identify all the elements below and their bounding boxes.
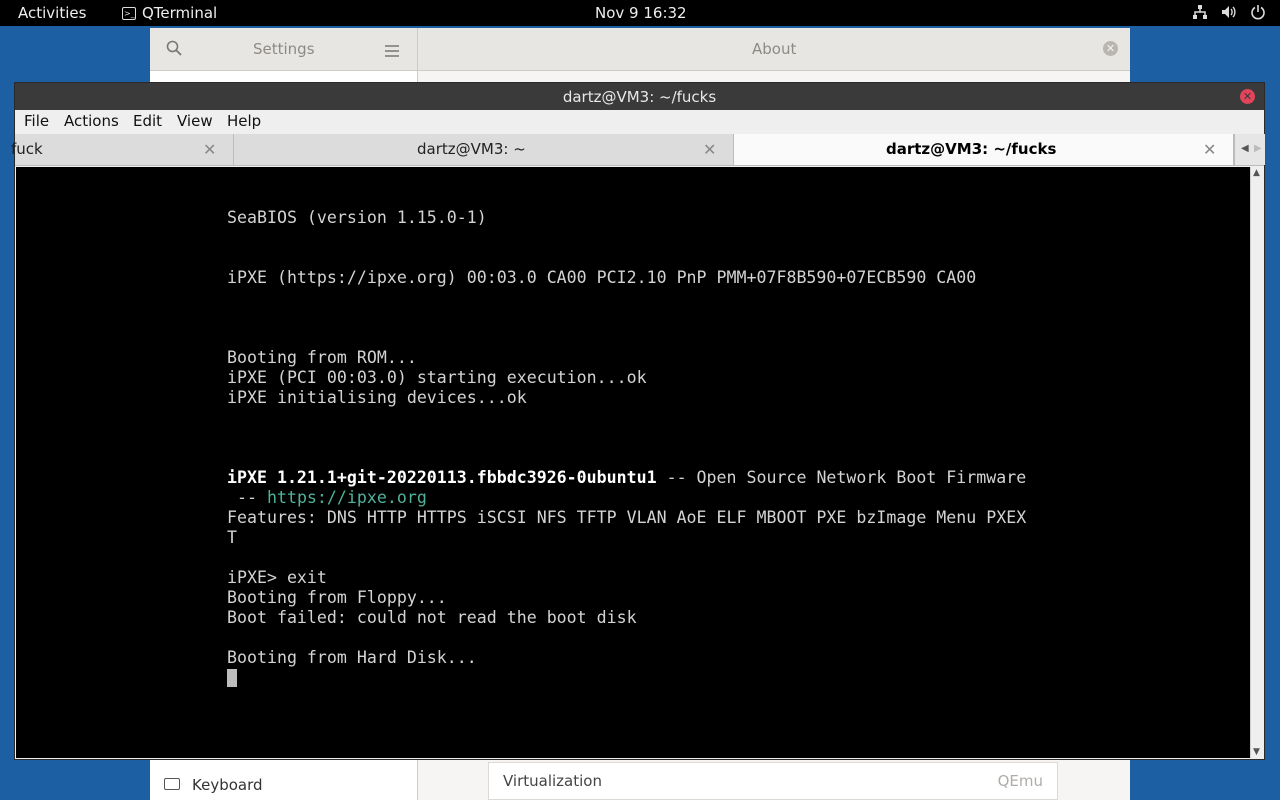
tab-label: fuck (11, 140, 43, 158)
header-divider (417, 28, 418, 70)
scroll-right-icon[interactable]: ▶ (1254, 143, 1262, 154)
terminal-line: iPXE> exit (227, 568, 327, 587)
keyboard-icon (164, 778, 180, 790)
about-title: About (752, 40, 797, 58)
app-name: QTerminal (142, 4, 218, 22)
network-icon[interactable] (1192, 4, 1208, 20)
terminal-line: T (227, 528, 237, 547)
virtualization-row: Virtualization QEmu (488, 762, 1058, 800)
tab-label: dartz@VM3: ~ (417, 140, 526, 158)
power-icon[interactable] (1250, 4, 1266, 20)
hamburger-menu-icon[interactable] (385, 42, 399, 61)
close-tab-icon[interactable]: ✕ (703, 140, 716, 159)
ipxe-version: iPXE 1.21.1+git-20220113.fbbdc3926-0ubun… (227, 468, 657, 487)
activities-button[interactable]: Activities (18, 4, 86, 22)
terminal-line: Booting from Floppy... (227, 588, 447, 607)
terminal-output[interactable]: SeaBIOS (version 1.15.0-1) iPXE (https:/… (16, 167, 1250, 758)
tab-scroll-buttons[interactable]: ◀ ▶ (1234, 134, 1265, 165)
ipxe-tagline: -- Open Source Network Boot Firmware (656, 468, 1027, 487)
window-titlebar[interactable]: dartz@VM3: ~/fucks ✕ (15, 83, 1264, 110)
scroll-left-icon[interactable]: ◀ (1241, 143, 1249, 154)
virtualization-label: Virtualization (503, 772, 602, 790)
app-menu[interactable]: >_ QTerminal (122, 4, 217, 22)
close-window-icon[interactable]: ✕ (1240, 89, 1255, 104)
terminal-line: iPXE (PCI 00:03.0) starting execution...… (227, 368, 647, 387)
terminal-line: iPXE (https://ipxe.org) 00:03.0 CA00 PCI… (227, 268, 977, 287)
line-prefix: -- (227, 488, 267, 507)
settings-title: Settings (253, 40, 315, 58)
terminal-line: SeaBIOS (version 1.15.0-1) (227, 208, 487, 227)
scroll-up-icon[interactable]: ▲ (1253, 168, 1260, 178)
terminal-line: -- https://ipxe.org (227, 488, 427, 508)
text-cursor (227, 669, 237, 687)
qterminal-window: dartz@VM3: ~/fucks ✕ File Actions Edit V… (11, 82, 1265, 760)
terminal-line: Booting from Hard Disk... (227, 648, 477, 667)
terminal-line: iPXE initialising devices...ok (227, 388, 527, 407)
menu-view[interactable]: View (177, 112, 213, 130)
menu-edit[interactable]: Edit (133, 112, 162, 130)
close-tab-icon[interactable]: ✕ (203, 140, 216, 159)
menu-actions[interactable]: Actions (64, 112, 119, 130)
scroll-down-icon[interactable]: ▼ (1253, 747, 1260, 757)
tab-fucks[interactable]: dartz@VM3: ~/fucks ✕ (734, 134, 1234, 165)
virtualization-value: QEmu (997, 772, 1043, 790)
ipxe-link[interactable]: https://ipxe.org (267, 488, 427, 507)
sidebar-item-label: Keyboard (192, 776, 263, 794)
terminal-line: iPXE 1.21.1+git-20220113.fbbdc3926-0ubun… (227, 468, 1026, 488)
clock[interactable]: Nov 9 16:32 (595, 4, 687, 22)
menu-file[interactable]: File (24, 112, 49, 130)
tab-bar: fuck ✕ dartz@VM3: ~ ✕ dartz@VM3: ~/fucks… (11, 134, 1265, 166)
terminal-icon: >_ (122, 6, 136, 20)
top-bar: Activities >_ QTerminal Nov 9 16:32 (0, 0, 1280, 26)
terminal-line: Features: DNS HTTP HTTPS iSCSI NFS TFTP … (227, 508, 1027, 527)
close-icon[interactable]: ✕ (1103, 41, 1118, 56)
settings-header: Settings About ✕ (150, 28, 1130, 71)
tab-home[interactable]: dartz@VM3: ~ ✕ (234, 134, 734, 165)
menu-help[interactable]: Help (227, 112, 261, 130)
system-tray[interactable] (1192, 4, 1266, 20)
terminal-line: Booting from ROM... (227, 348, 417, 367)
terminal-line: Boot failed: could not read the boot dis… (227, 608, 637, 627)
menu-bar: File Actions Edit View Help (15, 110, 1264, 134)
close-tab-icon[interactable]: ✕ (1203, 140, 1216, 159)
window-title: dartz@VM3: ~/fucks (562, 88, 717, 106)
terminal-scrollbar[interactable]: ▲ ▼ (1250, 167, 1264, 758)
tab-label: dartz@VM3: ~/fucks (886, 140, 1057, 158)
volume-icon[interactable] (1221, 4, 1237, 20)
sidebar-item-keyboard[interactable]: Keyboard (150, 770, 417, 800)
search-icon[interactable] (166, 40, 182, 60)
tab-fuck[interactable]: fuck ✕ (11, 134, 234, 165)
